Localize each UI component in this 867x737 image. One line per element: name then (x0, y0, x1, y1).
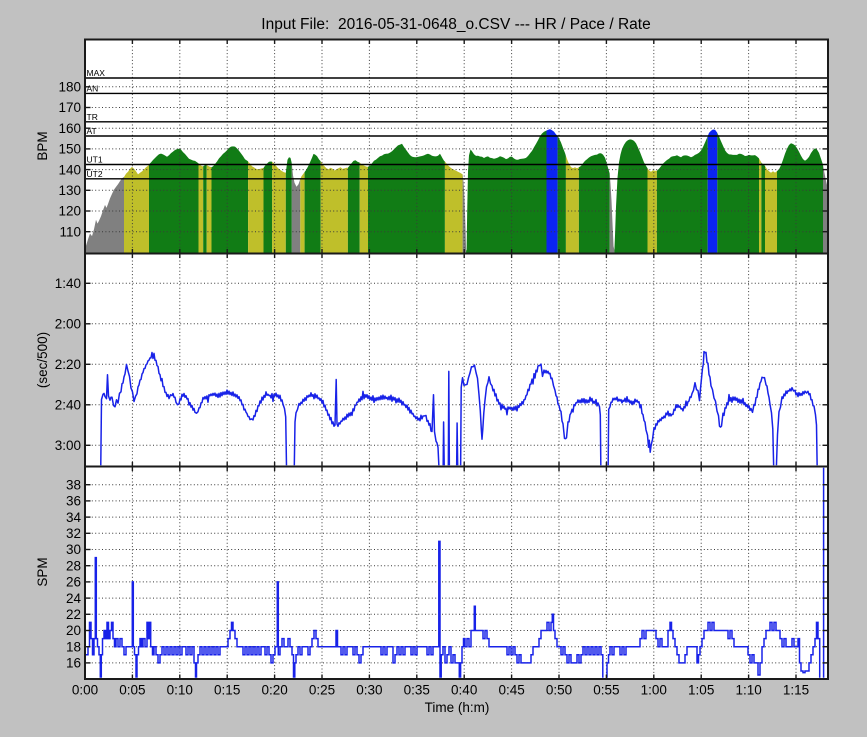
svg-text:0:00: 0:00 (72, 683, 98, 698)
svg-text:26: 26 (66, 575, 81, 590)
svg-text:150: 150 (58, 142, 81, 157)
svg-text:120: 120 (58, 204, 81, 219)
svg-text:0:55: 0:55 (593, 683, 619, 698)
svg-text:16: 16 (66, 656, 81, 671)
svg-text:0:30: 0:30 (356, 683, 382, 698)
svg-text:22: 22 (66, 607, 81, 622)
svg-text:36: 36 (66, 494, 81, 509)
svg-text:BPM: BPM (35, 131, 50, 160)
svg-text:0:05: 0:05 (119, 683, 145, 698)
svg-text:0:50: 0:50 (546, 683, 572, 698)
svg-text:Input File: 2016-05-31-0648_o: Input File: 2016-05-31-0648_o.CSV --- HR… (261, 16, 650, 33)
svg-text:140: 140 (58, 162, 81, 177)
svg-text:38: 38 (66, 477, 81, 492)
svg-text:MAX: MAX (87, 68, 106, 78)
svg-text:0:20: 0:20 (261, 683, 287, 698)
svg-text:0:35: 0:35 (404, 683, 430, 698)
svg-text:(sec/500): (sec/500) (35, 332, 50, 388)
svg-text:2:20: 2:20 (55, 357, 81, 372)
svg-text:30: 30 (66, 542, 81, 557)
svg-text:130: 130 (58, 183, 81, 198)
svg-text:1:00: 1:00 (641, 683, 667, 698)
svg-text:3:00: 3:00 (55, 438, 81, 453)
svg-text:1:40: 1:40 (55, 276, 81, 291)
svg-text:34: 34 (66, 510, 82, 525)
svg-text:24: 24 (66, 591, 82, 606)
svg-text:TR: TR (87, 112, 98, 122)
svg-text:32: 32 (66, 526, 81, 541)
svg-text:0:15: 0:15 (214, 683, 240, 698)
svg-text:2:00: 2:00 (55, 317, 81, 332)
svg-text:0:10: 0:10 (167, 683, 193, 698)
svg-text:170: 170 (58, 100, 81, 115)
svg-text:28: 28 (66, 558, 81, 573)
svg-text:0:45: 0:45 (498, 683, 524, 698)
svg-text:1:15: 1:15 (783, 683, 809, 698)
svg-text:SPM: SPM (35, 557, 50, 586)
svg-text:160: 160 (58, 121, 81, 136)
svg-text:0:25: 0:25 (309, 683, 335, 698)
svg-text:0:40: 0:40 (451, 683, 477, 698)
svg-text:UT2: UT2 (87, 169, 103, 179)
svg-text:20: 20 (66, 623, 81, 638)
svg-text:110: 110 (59, 224, 81, 239)
svg-text:2:40: 2:40 (55, 398, 81, 413)
svg-text:180: 180 (58, 80, 81, 95)
svg-text:Time (h:m): Time (h:m) (425, 700, 490, 715)
svg-text:UT1: UT1 (87, 155, 103, 165)
svg-text:1:10: 1:10 (735, 683, 761, 698)
svg-text:18: 18 (66, 639, 81, 654)
svg-text:AN: AN (87, 84, 99, 94)
svg-text:1:05: 1:05 (688, 683, 714, 698)
